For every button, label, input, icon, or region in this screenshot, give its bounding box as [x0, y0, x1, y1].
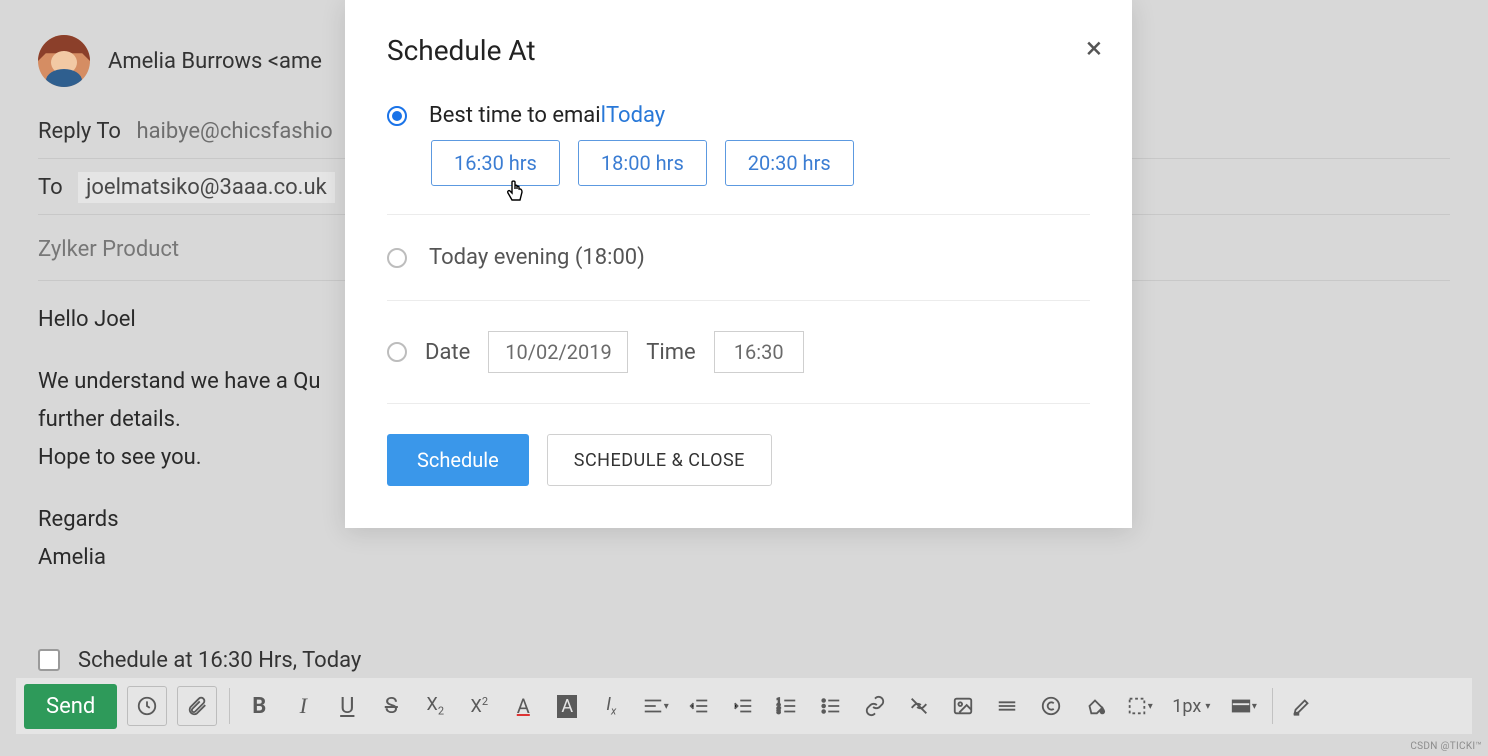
- send-button[interactable]: Send: [24, 684, 117, 729]
- highlight-icon[interactable]: A: [550, 686, 584, 726]
- copyright-icon[interactable]: [1034, 686, 1068, 726]
- modal-actions: Schedule SCHEDULE & CLOSE: [387, 434, 1090, 486]
- cell-style-icon[interactable]: ▾: [1226, 686, 1260, 726]
- border-width-picker[interactable]: 1px▾: [1166, 696, 1216, 717]
- subscript-icon[interactable]: X2: [418, 686, 452, 726]
- underline-icon[interactable]: U: [330, 686, 364, 726]
- editor-toolbar: Send B I U S X2 X2 A A Ix ▾ 123 ▾ 1px▾ ▾: [16, 678, 1472, 734]
- text-color-icon[interactable]: A: [506, 686, 540, 726]
- align-icon[interactable]: ▾: [638, 686, 672, 726]
- option-best-time[interactable]: Best time to emailToday: [387, 67, 1090, 136]
- schedule-checkbox-label: Schedule at 16:30 Hrs, Today: [78, 648, 361, 673]
- best-time-today-link[interactable]: lToday: [601, 103, 666, 128]
- bullet-list-icon[interactable]: [814, 686, 848, 726]
- body-signature: Amelia: [38, 541, 1450, 575]
- avatar: [38, 35, 90, 87]
- evening-label: Today evening (18:00): [429, 245, 645, 270]
- clear-format-icon[interactable]: Ix: [594, 686, 628, 726]
- best-time-label: Best time to emai: [429, 103, 601, 128]
- from-name: Amelia Burrows <ame: [108, 49, 322, 74]
- schedule-icon[interactable]: [127, 686, 167, 726]
- radio-evening[interactable]: [387, 248, 407, 268]
- italic-icon[interactable]: I: [286, 686, 320, 726]
- option-evening[interactable]: Today evening (18:00): [387, 221, 1090, 294]
- time-chips: 16:30 hrs 18:00 hrs 20:30 hrs: [387, 136, 1090, 208]
- attach-icon[interactable]: [177, 686, 217, 726]
- highlighter-icon[interactable]: [1285, 686, 1319, 726]
- schedule-checkbox[interactable]: [38, 649, 60, 671]
- radio-best-time[interactable]: [387, 106, 407, 126]
- date-label: Date: [425, 340, 470, 365]
- time-chip-2[interactable]: 18:00 hrs: [578, 140, 707, 186]
- reply-to-value: haibye@chicsfashio: [136, 119, 332, 144]
- to-label: To: [38, 175, 63, 200]
- modal-title: Schedule At: [387, 34, 1090, 67]
- image-icon[interactable]: [946, 686, 980, 726]
- numbered-list-icon[interactable]: 123: [770, 686, 804, 726]
- time-input[interactable]: [714, 331, 804, 373]
- schedule-modal: Schedule At × Best time to emailToday 16…: [345, 0, 1132, 528]
- time-chip-3[interactable]: 20:30 hrs: [725, 140, 854, 186]
- link-icon[interactable]: [858, 686, 892, 726]
- schedule-checkbox-row[interactable]: Schedule at 16:30 Hrs, Today: [38, 648, 1450, 673]
- reply-to-label: Reply To: [38, 119, 121, 144]
- outdent-icon[interactable]: [682, 686, 716, 726]
- close-icon[interactable]: ×: [1086, 34, 1102, 64]
- hr-icon[interactable]: [990, 686, 1024, 726]
- time-label: Time: [646, 340, 695, 365]
- watermark: CSDN @TICKI™: [1410, 741, 1482, 752]
- schedule-close-button[interactable]: SCHEDULE & CLOSE: [547, 434, 772, 486]
- to-address[interactable]: joelmatsiko@3aaa.co.uk: [78, 172, 335, 203]
- option-custom[interactable]: Date Time: [387, 307, 1090, 397]
- date-input[interactable]: [488, 331, 628, 373]
- unlink-icon[interactable]: [902, 686, 936, 726]
- radio-custom[interactable]: [387, 342, 407, 362]
- schedule-button[interactable]: Schedule: [387, 434, 529, 486]
- strikethrough-icon[interactable]: S: [374, 686, 408, 726]
- bold-icon[interactable]: B: [242, 686, 276, 726]
- svg-text:3: 3: [777, 707, 781, 715]
- time-chip-1[interactable]: 16:30 hrs: [431, 140, 560, 186]
- select-area-icon[interactable]: ▾: [1122, 686, 1156, 726]
- indent-icon[interactable]: [726, 686, 760, 726]
- paint-bucket-icon[interactable]: [1078, 686, 1112, 726]
- superscript-icon[interactable]: X2: [462, 686, 496, 726]
